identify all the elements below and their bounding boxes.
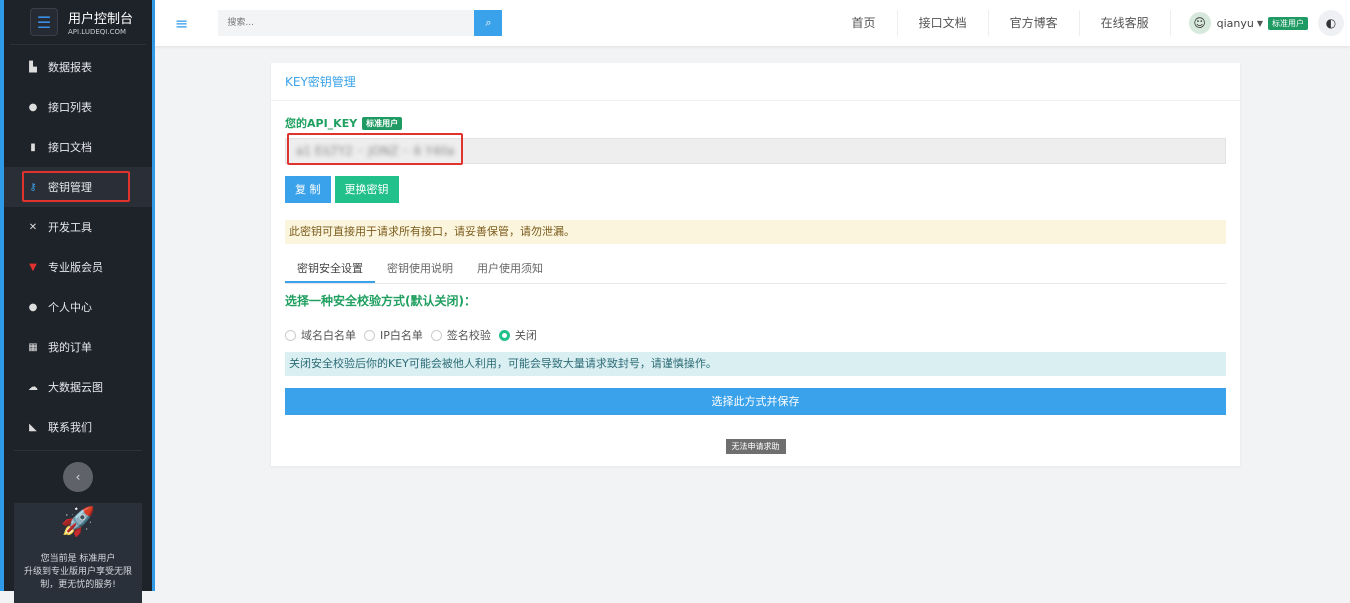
section-title: 选择一种安全校验方式(默认关闭)： [285, 294, 476, 308]
caret-down-icon: ▼ [1256, 18, 1263, 28]
key-management-card: KEY密钥管理 您的API_KEY 标准用户 a1 EiLTY2 ·· JONZ … [271, 63, 1240, 466]
radio-off[interactable]: 关闭 [498, 327, 537, 343]
brand-title: 用户控制台 [68, 12, 134, 27]
sidebar: ☰ 用户控制台 API.LUDEQI.COM ▙ 数据报表 ● 接口列表 ▮ 接口文档 … [0, 0, 155, 603]
promo-line: 升级到专业版用户享受无限 [23, 567, 132, 577]
sidebar-item-label: 专业版会员 [48, 261, 103, 274]
tab-user-notice[interactable]: 用户使用须知 [465, 256, 555, 283]
sidebar-item-label: 我的订单 [48, 341, 92, 354]
book-icon: ▮ [30, 141, 36, 153]
theme-toggle-icon[interactable]: ◐ [1318, 10, 1344, 36]
promo-line: 制，更无忧的服务! [40, 580, 116, 590]
radio-domain-whitelist[interactable]: 域名白名单 [285, 327, 356, 343]
highlight-box [22, 171, 130, 202]
security-info: 关闭安全校验后你的KEY可能会被他人利用，可能会导致大量请求致封号，请谨慎操作。 [285, 352, 1226, 376]
save-button[interactable]: 选择此方式并保存 [285, 388, 1226, 415]
search-button[interactable]: ⌕ [474, 10, 503, 36]
nav-home[interactable]: 首页 [831, 10, 898, 36]
vip-icon: ▼ [29, 261, 37, 273]
tools-icon: ✕ [28, 221, 38, 233]
api-key-field[interactable]: a1 EiLTY2 ·· JONZ ·· 6 Y4Ila [285, 133, 1226, 165]
divider [14, 450, 142, 451]
sidebar-item-api-docs[interactable]: ▮ 接口文档 [4, 127, 152, 167]
promo-line: 您当前是 标准用户 [40, 554, 116, 564]
nav-api-docs[interactable]: 接口文档 [898, 10, 989, 36]
user-icon: ● [28, 301, 38, 313]
brand[interactable]: ☰ 用户控制台 API.LUDEQI.COM [10, 0, 146, 45]
sidebar-item-contact[interactable]: ◣ 联系我们 [4, 407, 152, 447]
copy-button[interactable]: 复 制 [285, 176, 331, 203]
key-warning: 此密钥可直接用于请求所有接口，请妥善保管，请勿泄漏。 [285, 220, 1226, 244]
radio-signature[interactable]: 签名校验 [430, 327, 491, 343]
top-header: ≡ ⌕ 首页 接口文档 官方博客 在线客服 ☺ qianyu ▼ 标准用户 ◐ [155, 0, 1350, 46]
sidebar-item-label: 接口列表 [48, 101, 92, 114]
chart-icon: ▙ [29, 61, 37, 73]
avatar: ☺ [1188, 12, 1211, 34]
sidebar-item-pro-member[interactable]: ▼ 专业版会员 [4, 247, 152, 287]
nav-blog[interactable]: 官方博客 [989, 10, 1080, 36]
sidebar-item-key-management[interactable]: ⚷ 密钥管理 [4, 167, 152, 207]
user-level-badge: 标准用户 [1268, 16, 1308, 30]
sidebar-item-label: 开发工具 [48, 221, 92, 234]
card-title: KEY密钥管理 [271, 63, 1240, 101]
sidebar-item-label: 数据报表 [48, 61, 92, 74]
radio-ip-whitelist[interactable]: IP白名单 [364, 327, 423, 343]
sidebar-item-orders[interactable]: ▦ 我的订单 [4, 327, 152, 367]
sidebar-item-label: 个人中心 [48, 301, 92, 314]
change-key-button[interactable]: 更换密钥 [334, 176, 399, 203]
cloud-icon: ☁ [28, 381, 38, 393]
rss-icon: ◣ [29, 421, 37, 433]
user-menu[interactable]: ☺ qianyu ▼ 标准用户 [1171, 12, 1308, 34]
sidebar-item-profile[interactable]: ● 个人中心 [4, 287, 152, 327]
sidebar-item-label: 大数据云图 [48, 381, 103, 394]
highlight-box [287, 133, 463, 165]
key-level-badge: 标准用户 [362, 116, 403, 130]
list-icon: ● [28, 101, 38, 113]
sidebar-item-big-data[interactable]: ☁ 大数据云图 [4, 367, 152, 407]
sliders-logo-icon: ☰ [30, 8, 58, 36]
table-icon: ▦ [28, 341, 38, 353]
tab-security-settings[interactable]: 密钥安全设置 [285, 256, 375, 283]
sidebar-item-label: 联系我们 [48, 421, 92, 434]
api-key-label: 您的API_KEY [285, 117, 358, 130]
sidebar-item-reports[interactable]: ▙ 数据报表 [4, 47, 152, 87]
sidebar-item-api-list[interactable]: ● 接口列表 [4, 87, 152, 127]
tooltip: 无法申请求助 [725, 439, 786, 454]
username: qianyu [1216, 16, 1254, 30]
nav-support[interactable]: 在线客服 [1080, 10, 1171, 36]
sidebar-item-label: 接口文档 [48, 141, 92, 154]
search-bar: ⌕ [218, 10, 503, 36]
search-input[interactable] [218, 10, 475, 36]
tab-key-usage[interactable]: 密钥使用说明 [375, 256, 465, 283]
brand-subtitle: API.LUDEQI.COM [68, 28, 127, 36]
collapse-sidebar-button[interactable]: ‹ [63, 462, 93, 492]
upgrade-promo[interactable]: 🚀 您当前是 标准用户 升级到专业版用户享受无限 制，更无忧的服务! [14, 503, 142, 603]
menu-icon[interactable]: ≡ [175, 14, 188, 33]
rocket-icon: 🚀 [60, 505, 96, 538]
sidebar-item-dev-tools[interactable]: ✕ 开发工具 [4, 207, 152, 247]
